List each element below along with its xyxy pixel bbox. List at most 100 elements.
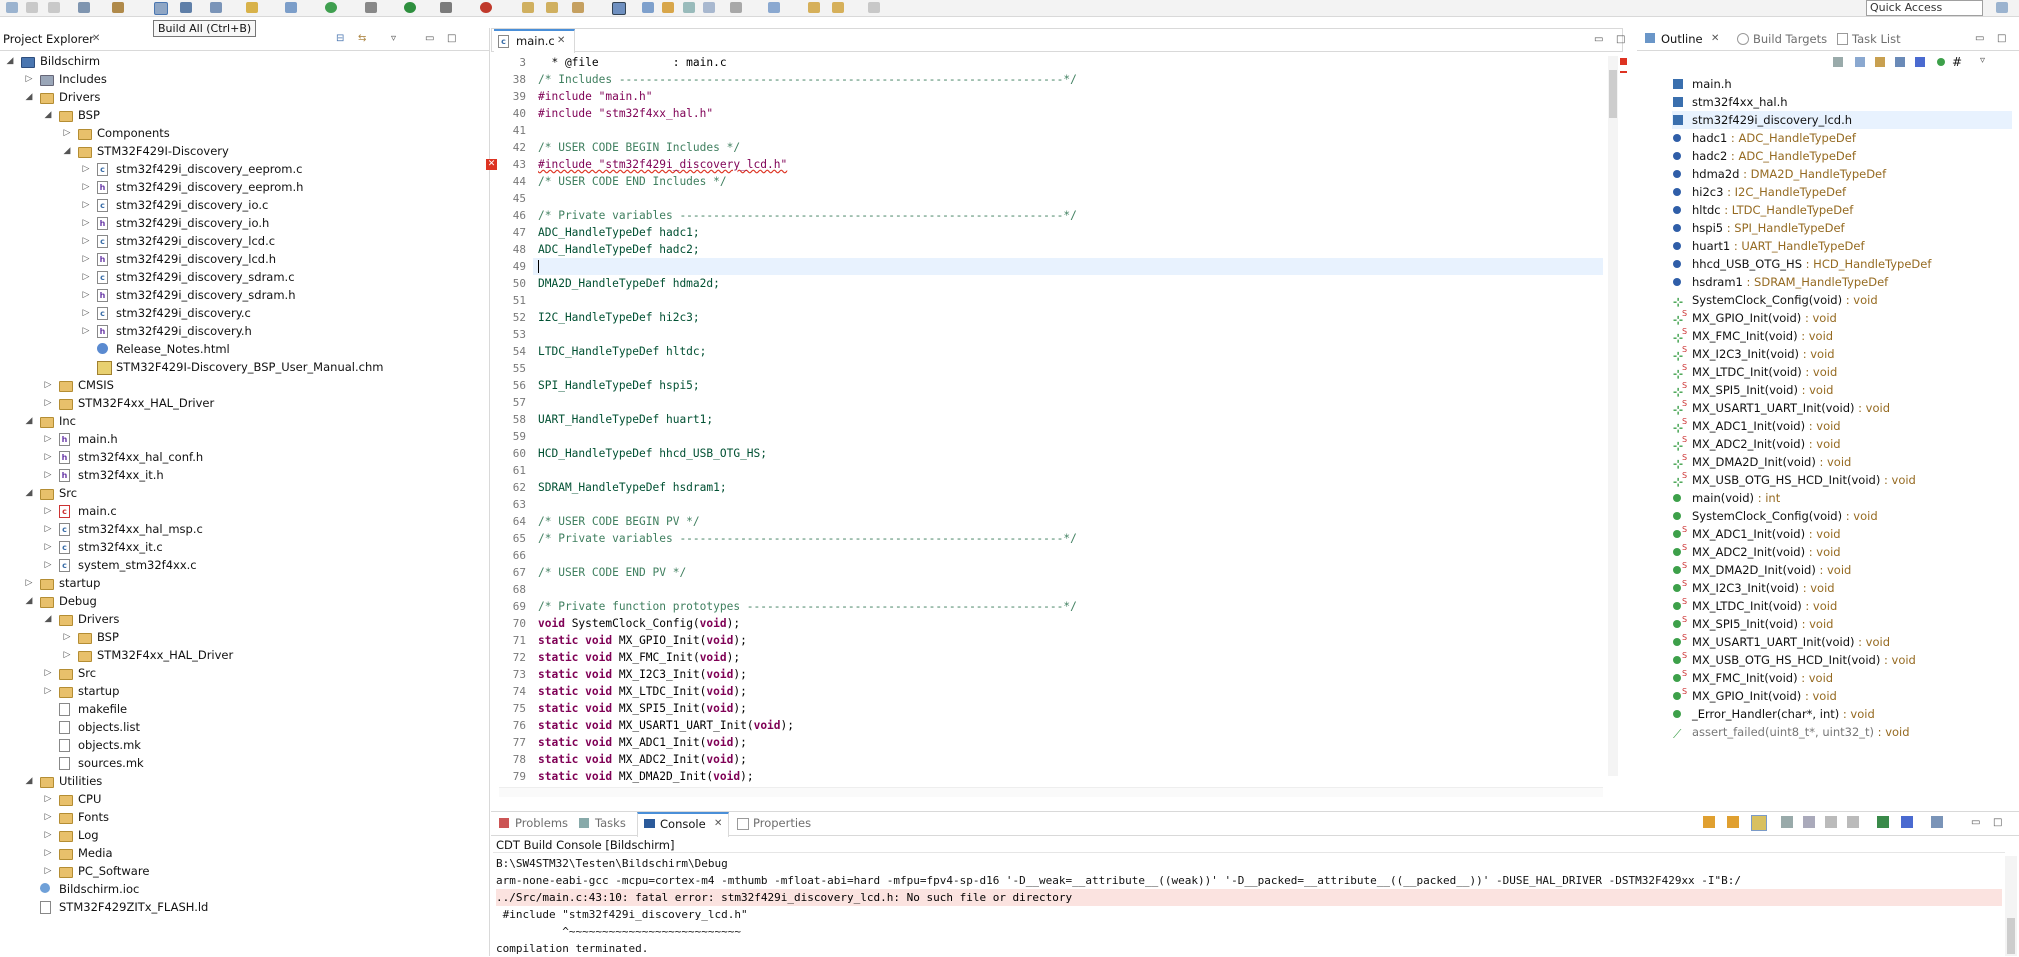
tree-item[interactable]: ▷ c stm32f429i_discovery_io.c bbox=[0, 196, 485, 214]
collapsed-chevron-icon[interactable]: ▷ bbox=[42, 376, 54, 394]
new-class-icon[interactable] bbox=[210, 2, 222, 13]
tree-item[interactable]: ▷ c stm32f429i_discovery_sdram.c bbox=[0, 268, 485, 286]
tree-item[interactable]: ▷ h stm32f4xx_hal_conf.h bbox=[0, 448, 485, 466]
new-source-icon[interactable] bbox=[285, 2, 297, 13]
tree-item[interactable]: ▷ h stm32f429i_discovery.h bbox=[0, 322, 485, 340]
tab-project-explorer[interactable]: Project Explorer bbox=[3, 32, 94, 46]
collapsed-chevron-icon[interactable]: ▷ bbox=[80, 304, 92, 322]
tree-item[interactable]: ▷ Includes bbox=[0, 70, 485, 88]
code-line[interactable]: static void MX_GPIO_Init(void); bbox=[538, 632, 747, 649]
collapsed-chevron-icon[interactable]: ▷ bbox=[80, 232, 92, 250]
next-error-icon[interactable] bbox=[1703, 816, 1715, 828]
hide-fields-icon[interactable] bbox=[1875, 57, 1885, 67]
outline-item[interactable]: ⊹ S MX_DMA2D_Init(void) : void bbox=[1672, 453, 2012, 471]
code-line[interactable]: SPI_HandleTypeDef hspi5; bbox=[538, 377, 700, 394]
scroll-thumb[interactable] bbox=[2007, 918, 2015, 954]
build-all-icon[interactable] bbox=[154, 2, 168, 15]
tree-item[interactable]: ◢ Inc bbox=[0, 412, 485, 430]
expanded-chevron-icon[interactable]: ◢ bbox=[23, 88, 35, 106]
tree-item[interactable]: ▷ c stm32f4xx_it.c bbox=[0, 538, 485, 556]
mark-occurrences-icon[interactable] bbox=[612, 2, 626, 15]
code-line[interactable]: /* Includes ----------------------------… bbox=[538, 71, 1077, 88]
collapsed-chevron-icon[interactable]: ▷ bbox=[23, 70, 35, 88]
maximize-icon[interactable]: □ bbox=[1993, 817, 2002, 828]
tree-item[interactable]: ▷ PC_Software bbox=[0, 862, 485, 880]
outline-item[interactable]: S MX_I2C3_Init(void) : void bbox=[1672, 579, 2012, 597]
hide-non-public-icon[interactable] bbox=[1915, 57, 1925, 67]
outline-item[interactable]: hdma2d : DMA2D_HandleTypeDef bbox=[1672, 165, 2012, 183]
tree-item[interactable]: ◢ Drivers bbox=[0, 610, 485, 628]
maximize-icon[interactable]: □ bbox=[1997, 33, 2006, 44]
open-task-icon[interactable] bbox=[546, 2, 558, 13]
code-line[interactable]: static void MX_LTDC_Init(void); bbox=[538, 683, 747, 700]
outline-item[interactable]: stm32f429i_discovery_lcd.h bbox=[1672, 111, 2012, 129]
collapsed-chevron-icon[interactable]: ▷ bbox=[80, 268, 92, 286]
expanded-chevron-icon[interactable]: ◢ bbox=[61, 142, 73, 160]
tree-item[interactable]: ▷ c system_stm32f4xx.c bbox=[0, 556, 485, 574]
tree-item[interactable]: ▷ BSP bbox=[0, 628, 485, 646]
tree-item[interactable]: ▷ c main.c bbox=[0, 502, 485, 520]
tree-item[interactable]: ▷ startup bbox=[0, 682, 485, 700]
tab-task-list[interactable]: Task List bbox=[1852, 32, 1901, 46]
display-console-icon[interactable] bbox=[1901, 816, 1913, 828]
outline-item[interactable]: S MX_LTDC_Init(void) : void bbox=[1672, 597, 2012, 615]
tree-item[interactable]: ▷ Log bbox=[0, 826, 485, 844]
save-icon[interactable] bbox=[26, 2, 38, 13]
tree-item[interactable]: STM32F429ZITx_FLASH.ld bbox=[0, 898, 485, 916]
collapsed-chevron-icon[interactable]: ▷ bbox=[23, 574, 35, 592]
collapsed-chevron-icon[interactable]: ▷ bbox=[42, 682, 54, 700]
expanded-chevron-icon[interactable]: ◢ bbox=[4, 52, 16, 70]
debug-config-icon[interactable] bbox=[180, 2, 192, 13]
tab-properties[interactable]: Properties bbox=[753, 816, 811, 830]
tree-item[interactable]: ▷ Components bbox=[0, 124, 485, 142]
outline-item[interactable]: hi2c3 : I2C_HandleTypeDef bbox=[1672, 183, 2012, 201]
view-menu-icon[interactable]: ▿ bbox=[1980, 55, 1985, 66]
close-icon[interactable]: ✕ bbox=[557, 35, 565, 46]
code-line[interactable]: static void MX_I2C3_Init(void); bbox=[538, 666, 747, 683]
code-line[interactable]: ADC_HandleTypeDef hadc2; bbox=[538, 241, 700, 258]
outline-item[interactable]: hspi5 : SPI_HandleTypeDef bbox=[1672, 219, 2012, 237]
minimize-icon[interactable]: ▭ bbox=[425, 33, 434, 44]
collapsed-chevron-icon[interactable]: ▷ bbox=[42, 448, 54, 466]
code-line[interactable]: ADC_HandleTypeDef hadc1; bbox=[538, 224, 700, 241]
collapse-all-icon[interactable]: ⊟ bbox=[336, 33, 344, 44]
outline-item[interactable]: main.h bbox=[1672, 75, 2012, 93]
tab-build-targets[interactable]: Build Targets bbox=[1753, 32, 1827, 46]
code-line[interactable]: HCD_HandleTypeDef hhcd_USB_OTG_HS; bbox=[538, 445, 767, 462]
forward-icon[interactable] bbox=[868, 2, 880, 13]
tree-item[interactable]: ◢ Bildschirm bbox=[0, 52, 485, 70]
code-line[interactable]: /* Private variables -------------------… bbox=[538, 530, 1077, 547]
minimize-icon[interactable]: ▭ bbox=[1971, 817, 1980, 828]
hide-members-icon[interactable] bbox=[1937, 58, 1945, 66]
open-console-icon[interactable] bbox=[1877, 816, 1889, 828]
tree-item[interactable]: ▷ h stm32f429i_discovery_eeprom.h bbox=[0, 178, 485, 196]
clear-console-icon[interactable] bbox=[1781, 816, 1793, 828]
outline-item[interactable]: S MX_ADC2_Init(void) : void bbox=[1672, 543, 2012, 561]
pin-icon[interactable] bbox=[683, 2, 695, 13]
code-line[interactable]: SDRAM_HandleTypeDef hsdram1; bbox=[538, 479, 727, 496]
outline-item[interactable]: S MX_DMA2D_Init(void) : void bbox=[1672, 561, 2012, 579]
outline-item[interactable]: ⊹ S MX_USART1_UART_Init(void) : void bbox=[1672, 399, 2012, 417]
tree-item[interactable]: ▷ Fonts bbox=[0, 808, 485, 826]
tree-item[interactable]: ▷ h stm32f429i_discovery_sdram.h bbox=[0, 286, 485, 304]
error-marker[interactable] bbox=[1620, 71, 1627, 73]
collapse-all-icon[interactable] bbox=[1855, 57, 1865, 67]
tree-item[interactable]: ◢ STM32F429I-Discovery bbox=[0, 142, 485, 160]
toggle-block-icon[interactable] bbox=[642, 2, 654, 13]
outline-item[interactable]: ⟋ assert_failed(uint8_t*, uint32_t) : voi… bbox=[1672, 723, 2012, 741]
tree-item[interactable]: ◢ Src bbox=[0, 484, 485, 502]
collapsed-chevron-icon[interactable]: ▷ bbox=[80, 286, 92, 304]
collapsed-chevron-icon[interactable]: ▷ bbox=[80, 196, 92, 214]
prev-annotation-icon[interactable] bbox=[768, 2, 780, 13]
collapsed-chevron-icon[interactable]: ▷ bbox=[42, 502, 54, 520]
close-icon[interactable]: ✕ bbox=[714, 818, 722, 829]
code-line[interactable]: static void MX_DMA2D_Init(void); bbox=[538, 768, 754, 785]
code-line[interactable]: /* USER CODE BEGIN Includes */ bbox=[538, 139, 740, 156]
collapsed-chevron-icon[interactable]: ▷ bbox=[80, 178, 92, 196]
minimize-icon[interactable]: ▭ bbox=[1594, 34, 1603, 45]
collapsed-chevron-icon[interactable]: ▷ bbox=[61, 628, 73, 646]
tree-item[interactable]: ▷ STM32F4xx_HAL_Driver bbox=[0, 394, 485, 412]
tree-item[interactable]: ▷ c stm32f429i_discovery.c bbox=[0, 304, 485, 322]
hide-static-icon[interactable] bbox=[1895, 57, 1905, 67]
close-icon[interactable]: ✕ bbox=[92, 33, 100, 44]
